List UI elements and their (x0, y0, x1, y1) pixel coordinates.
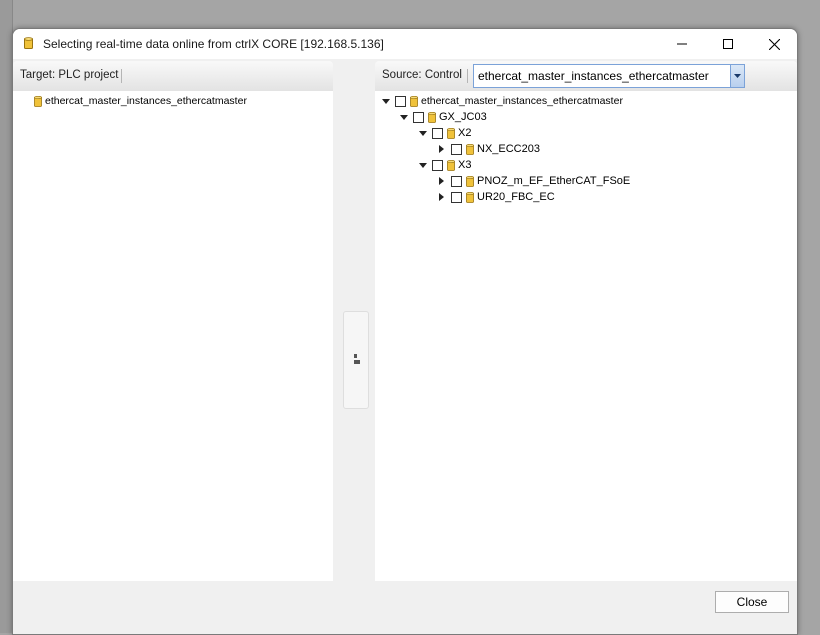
tree-item-label: UR20_FBC_EC (477, 191, 555, 203)
select-realtime-data-dialog: Selecting real-time data online from ctr… (12, 28, 798, 635)
tree-item-checkbox[interactable] (451, 191, 462, 203)
tree-item-label: PNOZ_m_EF_EtherCAT_FSoE (477, 175, 631, 187)
database-icon (410, 95, 418, 107)
title-bar: Selecting real-time data online from ctr… (13, 29, 797, 59)
chevron-right-icon (439, 177, 444, 185)
tree-item-checkbox[interactable] (413, 111, 424, 123)
database-icon (428, 111, 436, 123)
minimize-icon (677, 43, 687, 45)
tree-item-checkbox[interactable] (432, 127, 443, 139)
dropdown-toggle-button[interactable] (730, 65, 744, 87)
expand-arrow[interactable] (437, 177, 446, 186)
target-tree-panel: ethercat_master_instances_ethercatmaster (13, 91, 333, 581)
close-window-button[interactable] (751, 29, 797, 59)
tree-item[interactable]: PNOZ_m_EF_EtherCAT_FSoE (437, 173, 630, 189)
chevron-down-icon (418, 162, 427, 168)
source-tree-panel: ethercat_master_instances_ethercatmaster… (375, 91, 797, 581)
tree-item[interactable]: ethercat_master_instances_ethercatmaster (34, 93, 247, 109)
chevron-down-icon (418, 130, 427, 136)
tree-item[interactable]: X3 (418, 157, 471, 173)
tree-item-label: NX_ECC203 (477, 143, 540, 155)
source-panel-label: Source: Control (382, 69, 462, 81)
tree-item-label: ethercat_master_instances_ethercatmaster (45, 95, 247, 107)
tree-item-checkbox[interactable] (432, 159, 443, 171)
target-panel-header: Target: PLC project (13, 61, 333, 92)
header-separator (121, 69, 122, 83)
expand-arrow[interactable] (418, 161, 427, 170)
tree-item[interactable]: ethercat_master_instances_ethercatmaster (381, 93, 623, 109)
chevron-right-icon (439, 193, 444, 201)
tree-item[interactable]: GX_JC03 (399, 109, 487, 125)
target-panel-label: Target: PLC project (20, 69, 119, 81)
minimize-button[interactable] (659, 29, 705, 59)
database-icon (447, 159, 455, 171)
window-title: Selecting real-time data online from ctr… (43, 37, 384, 51)
database-icon (466, 143, 474, 155)
tree-item-label: X3 (458, 159, 472, 171)
source-panel-header: Source: Control ethercat_master_instance… (375, 61, 797, 92)
splitter-handle[interactable] (343, 311, 369, 409)
expand-arrow[interactable] (437, 145, 446, 154)
tree-item-label: ethercat_master_instances_ethercatmaster (421, 95, 623, 107)
expand-arrow[interactable] (418, 129, 427, 138)
grip-icon (354, 354, 360, 364)
expand-arrow[interactable] (437, 193, 446, 202)
close-icon (768, 38, 780, 50)
source-dropdown-value: ethercat_master_instances_ethercatmaster (478, 69, 709, 83)
tree-item-label: X2 (458, 127, 472, 139)
header-separator (467, 69, 468, 83)
tree-item[interactable]: X2 (418, 125, 471, 141)
maximize-button[interactable] (705, 29, 751, 59)
database-icon (34, 95, 42, 107)
close-button[interactable]: Close (715, 591, 789, 613)
expand-arrow[interactable] (399, 113, 408, 122)
tree-item[interactable]: UR20_FBC_EC (437, 189, 555, 205)
chevron-down-icon (734, 74, 741, 78)
chevron-down-icon (399, 114, 408, 120)
database-icon (466, 175, 474, 187)
chevron-right-icon (439, 145, 444, 153)
expand-arrow[interactable] (381, 97, 390, 106)
tree-item-checkbox[interactable] (451, 175, 462, 187)
tree-item-checkbox[interactable] (451, 143, 462, 155)
tree-item-checkbox[interactable] (395, 95, 406, 107)
database-icon (24, 37, 33, 49)
database-icon (466, 191, 474, 203)
maximize-icon (723, 39, 733, 49)
source-dropdown[interactable]: ethercat_master_instances_ethercatmaster (473, 64, 745, 88)
database-icon (447, 127, 455, 139)
chevron-down-icon (381, 98, 390, 104)
tree-item[interactable]: NX_ECC203 (437, 141, 540, 157)
tree-item-label: GX_JC03 (439, 111, 487, 123)
